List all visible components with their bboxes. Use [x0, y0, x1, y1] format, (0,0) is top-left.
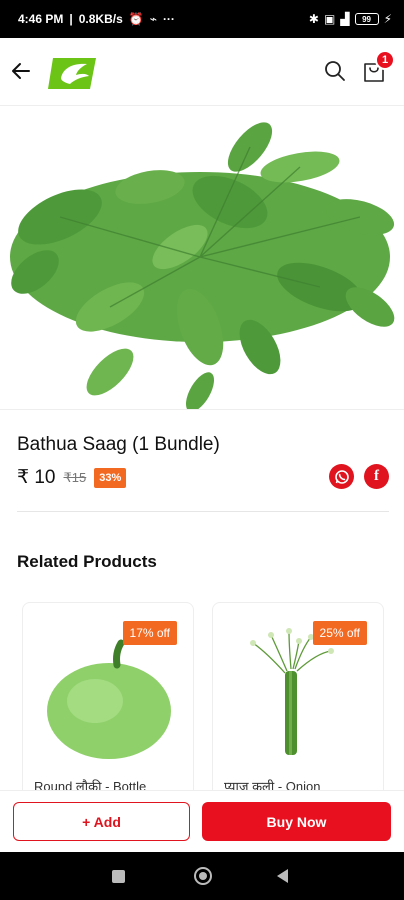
divider	[17, 511, 389, 512]
charging-icon: ⚡	[383, 12, 392, 26]
card-discount-badge: 17% off	[122, 621, 177, 645]
search-icon[interactable]	[324, 60, 346, 82]
facebook-icon: f	[374, 468, 379, 484]
buy-now-button[interactable]: Buy Now	[202, 802, 391, 841]
sim-icon: ▣	[323, 12, 336, 26]
arrow-left-icon[interactable]	[10, 60, 32, 82]
app-logo[interactable]	[47, 57, 97, 90]
status-bar: 4:46 PM | 0.8KB/s ⏰ ⌁ ··· ✱ ▣ ▟ 99 ⚡	[0, 0, 404, 38]
status-right: ✱ ▣ ▟ 99 ⚡	[309, 13, 392, 25]
network-speed: 0.8KB/s	[78, 12, 123, 26]
status-separator: |	[69, 12, 73, 26]
add-to-cart-button[interactable]: + Add	[13, 802, 190, 841]
card-discount-badge: 25% off	[312, 621, 367, 645]
bluetooth-icon: ✱	[308, 12, 319, 26]
product-price: ₹ 10	[17, 467, 56, 488]
whatsapp-share-button[interactable]	[329, 464, 354, 489]
usb-icon: ⌁	[149, 12, 157, 26]
status-time: 4:46 PM	[18, 12, 64, 26]
battery-icon: 99	[354, 13, 379, 25]
home-icon[interactable]	[194, 867, 212, 885]
system-nav-bar	[0, 852, 404, 900]
related-product-card[interactable]: 25% off प्याज कली - Onion	[212, 602, 384, 802]
signal-icon: ▟	[340, 12, 350, 26]
product-image[interactable]	[0, 107, 404, 410]
app-header: 1	[0, 38, 404, 106]
related-product-card[interactable]: 17% off Round लौकी - Bottle	[22, 602, 194, 802]
alarm-icon: ⏰	[128, 12, 144, 26]
related-products-title: Related Products	[17, 552, 157, 571]
recent-apps-icon[interactable]	[112, 870, 125, 883]
bottom-action-bar: + Add Buy Now	[0, 790, 404, 852]
more-notifications-icon: ···	[162, 12, 175, 26]
price-row: ₹ 10 ₹15 33%	[17, 466, 127, 489]
facebook-share-button[interactable]: f	[364, 464, 389, 489]
discount-badge: 33%	[94, 467, 127, 488]
leafy-greens-illustration	[10, 122, 395, 409]
status-left: 4:46 PM | 0.8KB/s ⏰ ⌁ ···	[18, 12, 175, 26]
product-title: Bathua Saag (1 Bundle)	[17, 434, 220, 455]
cart-count-badge: 1	[375, 50, 395, 70]
back-triangle-icon[interactable]	[277, 869, 288, 883]
product-mrp: ₹15	[63, 469, 87, 485]
whatsapp-icon	[334, 469, 349, 484]
